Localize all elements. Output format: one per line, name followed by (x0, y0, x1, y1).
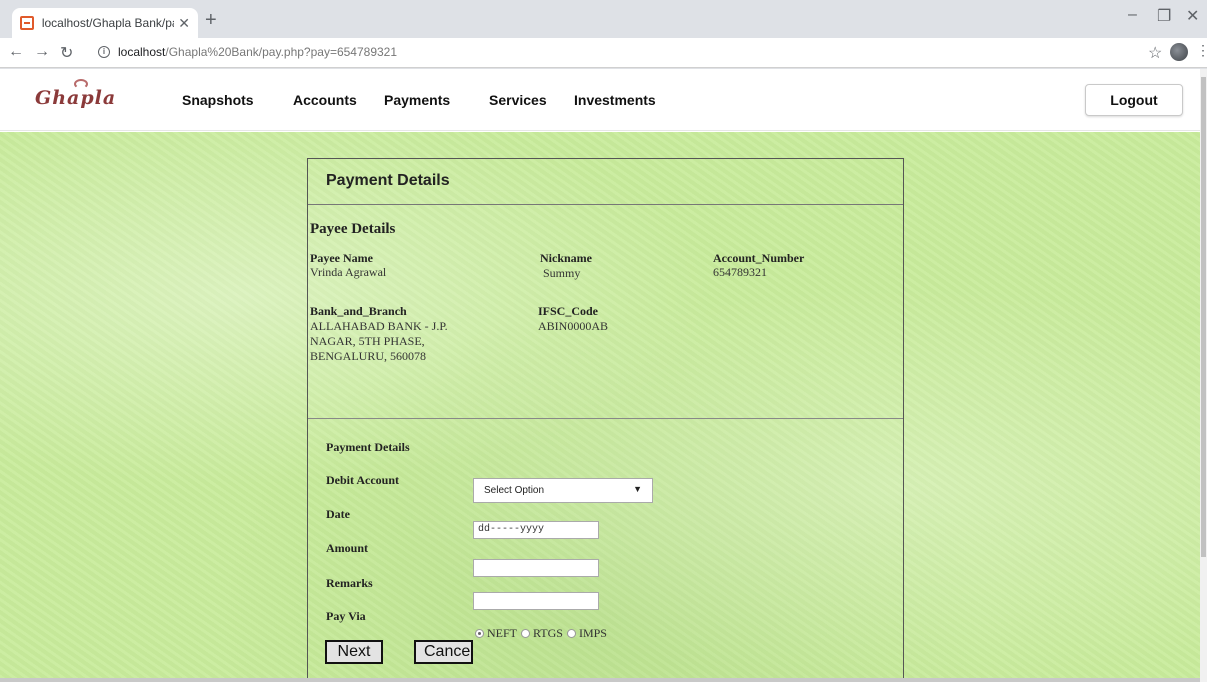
account-number-label: Account_Number (713, 251, 805, 265)
rtgs-label: RTGS (533, 626, 563, 640)
nav-accounts[interactable]: Accounts (293, 92, 357, 108)
vertical-scrollbar[interactable] (1200, 69, 1207, 682)
url-host: localhost (118, 45, 166, 59)
date-input[interactable]: dd-----yyyy (473, 521, 599, 539)
debit-account-label: Debit Account (326, 473, 399, 487)
bookmark-star-icon[interactable]: ☆ (1148, 43, 1162, 63)
imps-label: IMPS (578, 626, 607, 640)
new-tab-icon[interactable]: + (205, 9, 217, 32)
address-bar: ← → ↻ i localhost/Ghapla%20Bank/pay.php?… (0, 38, 1207, 68)
debit-account-value: Select Option (484, 485, 545, 496)
tab-title: localhost/Ghapla Bank/pay.php?p (41, 16, 175, 30)
neft-radio[interactable] (475, 629, 484, 638)
section-divider (308, 418, 903, 419)
debit-account-select[interactable]: Select Option ▼ (473, 478, 653, 503)
form-title: Payment Details (326, 440, 410, 454)
nickname-label: Nickname (540, 251, 592, 265)
close-tab-icon[interactable]: ✕ (178, 15, 190, 32)
browser-tab[interactable]: localhost/Ghapla Bank/pay.php?p ✕ (12, 8, 198, 38)
pay-via-options: NEFT RTGS IMPS (475, 626, 607, 641)
payee-section-title: Payee Details (310, 221, 396, 237)
bank-branch-line-2: NAGAR, 5TH PHASE, (310, 334, 425, 348)
url-path: /Ghapla%20Bank/pay.php?pay=654789321 (165, 45, 398, 59)
forward-icon[interactable]: → (34, 43, 50, 61)
nav-services[interactable]: Services (489, 92, 547, 108)
payment-panel: Payment Details Payee Details Payee Name… (307, 158, 904, 678)
nickname-value: Summy (543, 266, 581, 280)
payee-name-value: Vrinda Agrawal (310, 265, 387, 279)
page: Ghapla Snapshots Accounts Payments Servi… (0, 69, 1200, 678)
bank-branch-label: Bank_and_Branch (310, 304, 407, 318)
dropdown-arrow-icon: ▼ (633, 484, 642, 494)
nav-payments[interactable]: Payments (384, 92, 450, 108)
logo[interactable]: Ghapla (35, 87, 116, 109)
top-navigation: Ghapla Snapshots Accounts Payments Servi… (0, 69, 1200, 131)
panel-title: Payment Details (326, 172, 450, 189)
payee-name-label: Payee Name (310, 251, 373, 265)
url-field[interactable]: i localhost/Ghapla%20Bank/pay.php?pay=65… (98, 45, 397, 59)
remarks-label: Remarks (326, 576, 373, 590)
bank-branch-line-3: BENGALURU, 560078 (310, 349, 426, 363)
info-icon[interactable]: i (98, 46, 110, 58)
minimize-icon[interactable]: – (1128, 6, 1137, 24)
nav-investments[interactable]: Investments (574, 92, 656, 108)
panel-header: Payment Details (308, 159, 903, 205)
next-button[interactable]: Next (325, 640, 383, 664)
horizontal-scrollbar[interactable] (0, 678, 1200, 682)
imps-radio[interactable] (566, 629, 576, 638)
pay-via-label: Pay Via (326, 609, 366, 623)
cancel-button[interactable]: Cancel (414, 640, 474, 664)
reload-icon[interactable]: ↻ (60, 43, 73, 63)
close-window-icon[interactable]: ✕ (1186, 6, 1199, 26)
rtgs-radio[interactable] (521, 629, 530, 638)
back-icon[interactable]: ← (8, 43, 24, 61)
date-label: Date (326, 507, 350, 521)
browser-tab-bar: localhost/Ghapla Bank/pay.php?p ✕ + – ❐ … (0, 0, 1207, 38)
profile-avatar-icon[interactable] (1170, 43, 1188, 61)
amount-input[interactable] (473, 559, 599, 577)
account-number-value: 654789321 (713, 265, 767, 279)
ifsc-label: IFSC_Code (538, 304, 599, 318)
remarks-input[interactable] (473, 592, 599, 610)
amount-label: Amount (326, 541, 369, 555)
logout-button[interactable]: Logout (1085, 84, 1183, 116)
scrollbar-thumb[interactable] (1201, 77, 1206, 557)
more-menu-icon[interactable]: ⋮ (1196, 42, 1207, 59)
maximize-icon[interactable]: ❐ (1157, 6, 1171, 26)
neft-label: NEFT (487, 626, 517, 640)
bank-branch-line-1: ALLAHABAD BANK - J.P. (310, 319, 448, 333)
ifsc-value: ABIN0000AB (538, 319, 609, 333)
page-favicon-icon (20, 16, 34, 30)
nav-snapshots[interactable]: Snapshots (182, 92, 254, 108)
